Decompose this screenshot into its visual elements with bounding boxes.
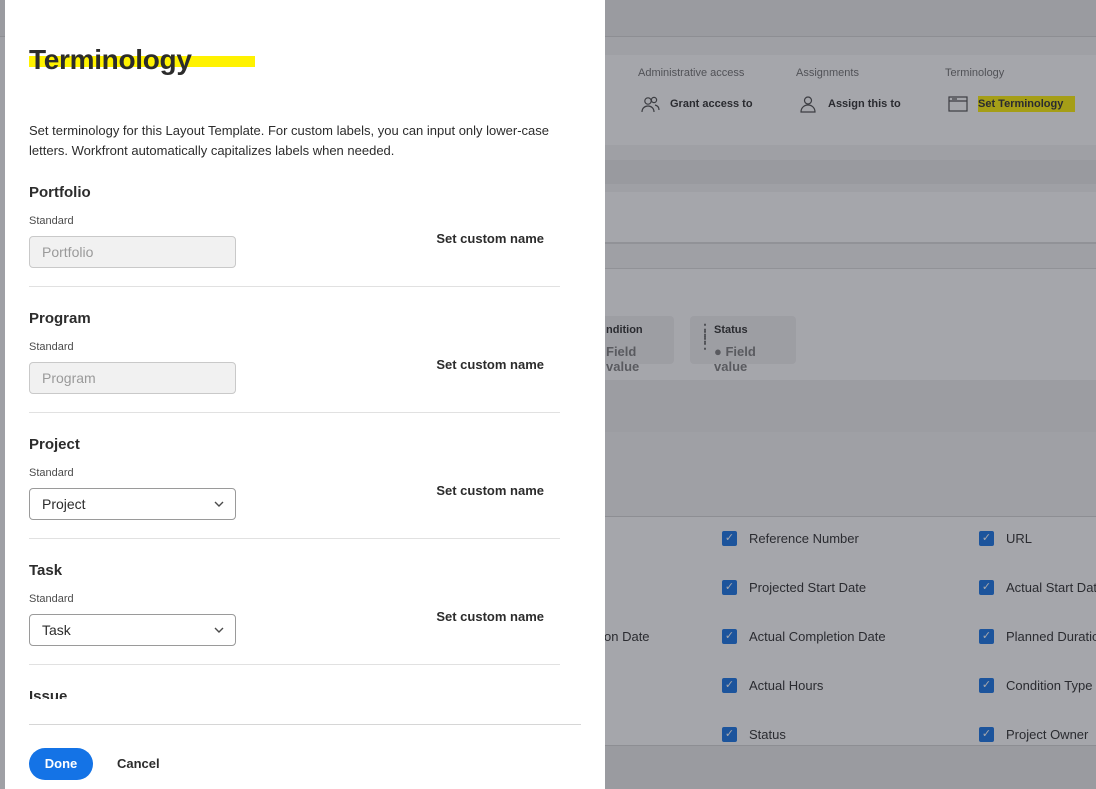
panel-title: Terminology (29, 44, 192, 75)
item-name: Project (29, 436, 80, 453)
standard-label: Standard (29, 593, 74, 605)
panel-description: Set terminology for this Layout Template… (29, 123, 550, 158)
task-standard-select[interactable]: Task (29, 614, 236, 646)
select-value: Project (42, 496, 86, 512)
terminology-item-issue: Issue (29, 665, 560, 699)
project-standard-select[interactable]: Project (29, 488, 236, 520)
cancel-button[interactable]: Cancel (117, 756, 160, 771)
done-button[interactable]: Done (29, 748, 93, 780)
panel-title-wrap: Terminology (29, 44, 255, 76)
item-name: Program (29, 310, 91, 327)
terminology-list-scroll[interactable]: Portfolio Standard Portfolio Set custom … (29, 161, 581, 699)
standard-label: Standard (29, 215, 74, 227)
footer-divider (29, 724, 581, 725)
item-name: Portfolio (29, 184, 91, 201)
standard-label: Standard (29, 341, 74, 353)
terminology-item-portfolio: Portfolio Standard Portfolio Set custom … (29, 161, 560, 287)
terminology-panel: Terminology Set terminology for this Lay… (5, 0, 605, 789)
set-custom-name-button[interactable]: Set custom name (436, 357, 544, 372)
portfolio-standard-input: Portfolio (29, 236, 236, 268)
select-value: Task (42, 622, 71, 638)
terminology-item-task: Task Standard Task Set custom name (29, 539, 560, 665)
standard-label: Standard (29, 467, 74, 479)
set-custom-name-button[interactable]: Set custom name (436, 609, 544, 624)
terminology-list: Portfolio Standard Portfolio Set custom … (29, 161, 560, 699)
chevron-down-icon (213, 489, 225, 529)
terminology-item-program: Program Standard Program Set custom name (29, 287, 560, 413)
set-custom-name-button[interactable]: Set custom name (436, 483, 544, 498)
terminology-item-project: Project Standard Project Set custom name (29, 413, 560, 539)
item-name: Task (29, 562, 63, 579)
item-name: Issue (29, 688, 68, 699)
chevron-down-icon (213, 615, 225, 655)
set-custom-name-button[interactable]: Set custom name (436, 231, 544, 246)
program-standard-input: Program (29, 362, 236, 394)
